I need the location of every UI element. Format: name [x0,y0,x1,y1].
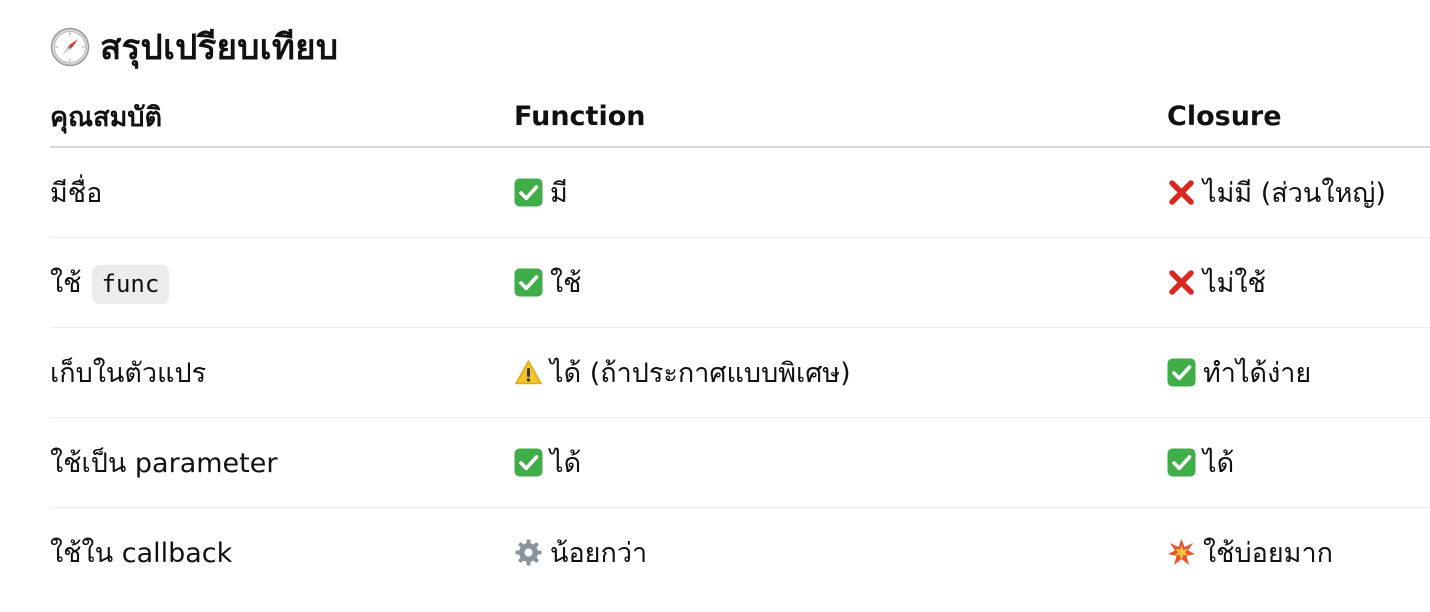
function-text: มี [550,178,568,209]
heading-title: สรุปเปรียบเทียบ [100,27,339,68]
function-cell: ใช้ [514,237,1167,328]
compass-icon [50,27,90,67]
check-icon [514,448,543,477]
function-cell: มี [514,147,1167,238]
closure-cell: ไม่ใช้ [1167,237,1430,328]
property-text: เก็บในตัวแปร [50,358,207,389]
closure-text: ได้ [1203,448,1235,479]
check-icon [514,178,543,207]
check-icon [1167,448,1196,477]
table-row: ใช้ใน callback น้อยกว่า ใช้บ่อยมาก [50,508,1430,598]
closure-cell: ทำได้ง่าย [1167,327,1430,418]
check-icon [1167,358,1196,387]
column-header-function: Function [514,86,1167,148]
closure-text: ใช้บ่อยมาก [1203,538,1333,569]
closure-cell: ไม่มี (ส่วนใหญ่) [1167,147,1430,238]
inline-code: func [91,265,170,304]
cross-icon [1167,268,1196,297]
property-cell: มีชื่อ [50,147,514,238]
column-header-property: คุณสมบัติ [50,86,514,148]
property-text: ใช้ [50,268,82,299]
table-row: มีชื่อ มี ไม่มี (ส่วนใหญ่) [50,147,1430,238]
comparison-table: คุณสมบัติ Function Closure มีชื่อ มี ไม่… [50,86,1430,597]
closure-cell: ได้ [1167,417,1430,508]
warning-icon [514,358,543,387]
table-row: ใช้เป็น parameter ได้ ได้ [50,417,1430,508]
cross-icon [1167,178,1196,207]
collision-icon [1167,538,1196,567]
function-text: น้อยกว่า [550,538,648,569]
table-row: เก็บในตัวแปร ได้ (ถ้าประกาศแบบพิเศษ) ทำไ… [50,327,1430,418]
property-cell: เก็บในตัวแปร [50,327,514,418]
function-text: ได้ (ถ้าประกาศแบบพิเศษ) [550,358,851,389]
closure-text: ไม่มี (ส่วนใหญ่) [1203,178,1386,209]
section-heading: สรุปเปรียบเทียบ [50,22,1430,72]
property-cell: ใช้ใน callback [50,508,514,598]
function-cell: ได้ [514,417,1167,508]
comparison-section: สรุปเปรียบเทียบ คุณสมบัติ Function Closu… [50,22,1430,597]
property-cell: ใช้ func [50,237,514,328]
table-header-row: คุณสมบัติ Function Closure [50,86,1430,148]
property-text: มีชื่อ [50,178,103,209]
property-text: ใช้เป็น parameter [50,448,278,479]
closure-text: ทำได้ง่าย [1203,358,1312,389]
table-row: ใช้ func ใช้ ไม่ใช้ [50,237,1430,328]
function-text: ได้ [550,448,582,479]
function-text: ใช้ [550,268,582,299]
column-header-closure: Closure [1167,86,1430,148]
closure-text: ไม่ใช้ [1203,268,1266,299]
check-icon [514,268,543,297]
gear-icon [514,538,543,567]
property-text: ใช้ใน callback [50,538,233,569]
function-cell: ได้ (ถ้าประกาศแบบพิเศษ) [514,327,1167,418]
property-cell: ใช้เป็น parameter [50,417,514,508]
function-cell: น้อยกว่า [514,508,1167,598]
closure-cell: ใช้บ่อยมาก [1167,508,1430,598]
